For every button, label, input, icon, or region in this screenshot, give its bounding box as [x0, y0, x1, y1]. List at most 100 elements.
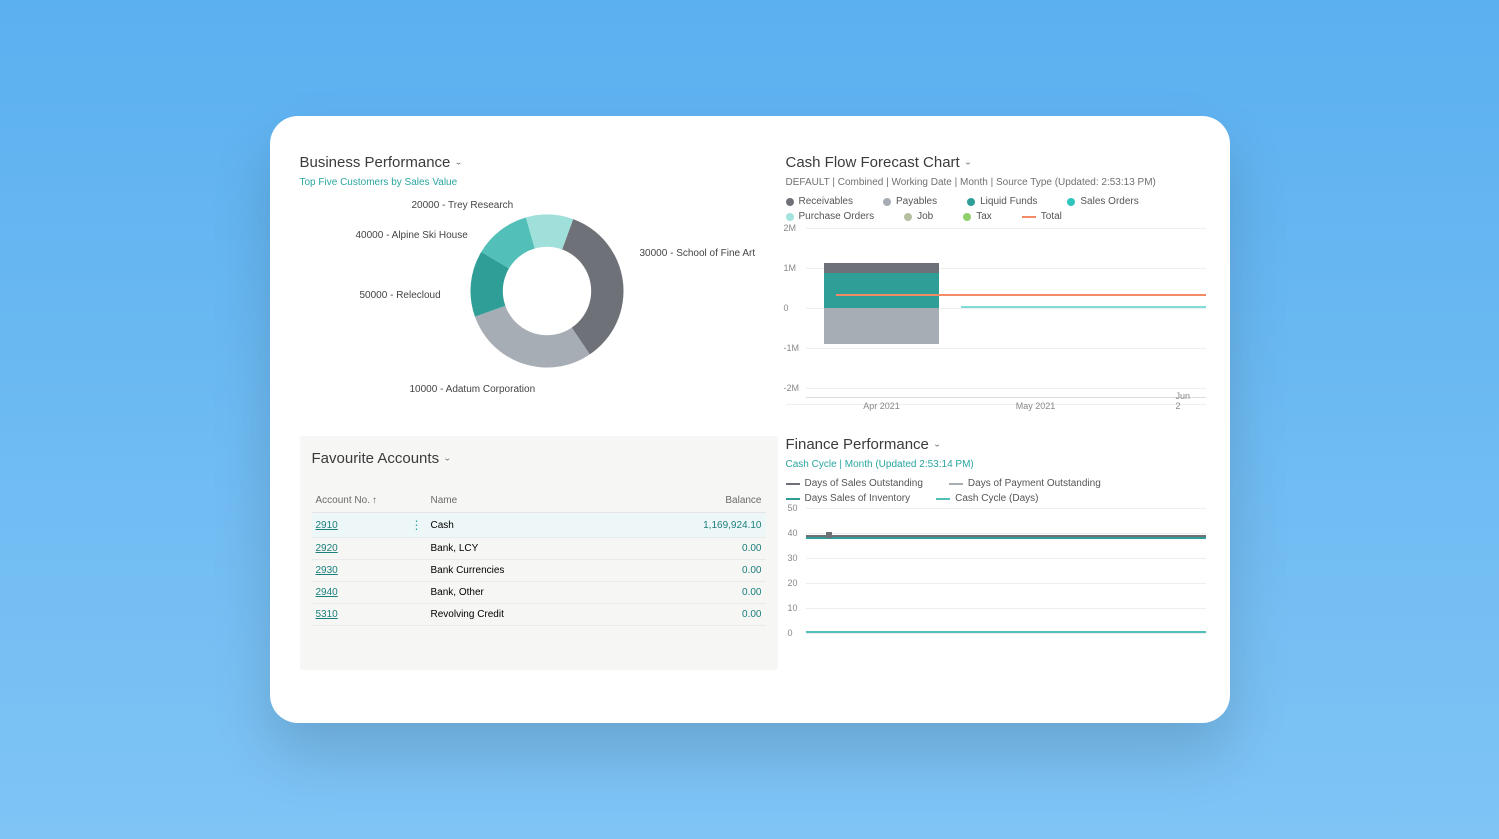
donut-slice-label: 50000 - Relecloud — [360, 290, 441, 301]
table-row[interactable]: 5310Revolving Credit0.00 — [312, 604, 766, 626]
legend-label: Days of Payment Outstanding — [968, 478, 1101, 489]
account-balance: 0.00 — [672, 543, 762, 554]
legend-item[interactable]: Total — [1022, 211, 1062, 222]
account-name: Bank Currencies — [431, 565, 672, 576]
legend-dot-icon — [786, 198, 794, 206]
panel-title-label: Business Performance — [300, 154, 451, 171]
cash-flow-chart: 2M1M0-1M-2MApr 2021May 2021Jun 2 — [806, 228, 1206, 398]
col-header-label: Account No. — [316, 495, 370, 506]
panel-title-label: Favourite Accounts — [312, 450, 440, 467]
finance-performance-title[interactable]: Finance Performance ⌄ — [786, 436, 1206, 453]
gridline — [806, 583, 1206, 584]
legend-item[interactable]: Payables — [883, 196, 937, 207]
legend-item[interactable]: Sales Orders — [1067, 196, 1138, 207]
legend-dot-icon — [963, 213, 971, 221]
legend-label: Sales Orders — [1080, 196, 1138, 207]
finance-performance-subtitle: Cash Cycle | Month (Updated 2:53:14 PM) — [786, 459, 1206, 470]
table-row[interactable]: 2920 Bank, LCY0.00 — [312, 538, 766, 560]
account-name: Revolving Credit — [431, 609, 672, 620]
y-axis-tick: 10 — [788, 603, 798, 613]
chevron-down-icon: ⌄ — [933, 440, 941, 449]
donut-chart: 30000 - School of Fine Art 10000 - Adatum… — [300, 192, 778, 407]
legend-label: Total — [1041, 211, 1062, 222]
panel-title-label: Finance Performance — [786, 436, 929, 453]
data-point — [826, 532, 832, 538]
line-sales-orders[interactable] — [961, 306, 1206, 308]
business-performance-panel: Business Performance ⌄ Top Five Customer… — [300, 154, 778, 422]
finance-performance-panel: Finance Performance ⌄ Cash Cycle | Month… — [786, 436, 1206, 670]
favourite-accounts-title[interactable]: Favourite Accounts ⌄ — [312, 450, 766, 467]
account-balance: 0.00 — [672, 565, 762, 576]
account-balance: 1,169,924.10 — [672, 520, 762, 531]
dashboard-window: Business Performance ⌄ Top Five Customer… — [270, 116, 1230, 723]
gridline — [806, 228, 1206, 229]
legend-item[interactable]: Tax — [963, 211, 992, 222]
donut-slice-label: 10000 - Adatum Corporation — [410, 384, 536, 395]
donut-slice-label: 40000 - Alpine Ski House — [356, 230, 468, 241]
gridline — [806, 633, 1206, 634]
row-menu-icon[interactable]: ⋮ — [403, 518, 431, 532]
table-row[interactable]: 2930 Bank Currencies0.00 — [312, 560, 766, 582]
finance-performance-legend: Days of Sales Outstanding Days of Payment… — [786, 478, 1206, 504]
col-header-name[interactable]: Name — [431, 495, 672, 506]
y-axis-tick: 30 — [788, 553, 798, 563]
x-axis-tick: Apr 2021 — [863, 401, 900, 411]
legend-label: Payables — [896, 196, 937, 207]
gridline — [806, 558, 1206, 559]
account-name: Cash — [431, 520, 672, 531]
legend-dot-icon — [1067, 198, 1075, 206]
table-row[interactable]: 2940Bank, Other0.00 — [312, 582, 766, 604]
account-link[interactable]: 5310 — [316, 609, 338, 620]
bar-receivables[interactable] — [824, 263, 939, 273]
gridline — [806, 533, 1206, 534]
cash-flow-panel: Cash Flow Forecast Chart ⌄ DEFAULT | Com… — [786, 154, 1206, 422]
legend-item[interactable]: Receivables — [786, 196, 853, 207]
line-cash-cycle[interactable] — [806, 631, 1206, 633]
account-name: Bank, LCY — [431, 543, 672, 554]
y-axis-tick: 1M — [784, 263, 797, 273]
bar-payables[interactable] — [824, 308, 939, 344]
line-total[interactable] — [836, 294, 1206, 296]
legend-label: Purchase Orders — [799, 211, 875, 222]
y-axis-tick: 20 — [788, 578, 798, 588]
fav-table-header: Account No. ↑ Name Balance — [312, 489, 766, 513]
business-performance-title[interactable]: Business Performance ⌄ — [300, 154, 778, 171]
donut-slice-label: 30000 - School of Fine Art — [640, 248, 756, 259]
x-axis-tick: May 2021 — [1016, 401, 1056, 411]
legend-item[interactable]: Job — [904, 211, 933, 222]
donut-svg — [462, 206, 632, 376]
account-link[interactable]: 2920 — [316, 543, 338, 554]
line-days-sales-inventory[interactable] — [806, 537, 1206, 539]
legend-item[interactable]: Days of Payment Outstanding — [949, 478, 1101, 489]
legend-label: Receivables — [799, 196, 853, 207]
col-header-balance[interactable]: Balance — [672, 495, 762, 506]
cash-flow-legend: Receivables Payables Liquid Funds Sales Ord… — [786, 196, 1206, 222]
cash-flow-title[interactable]: Cash Flow Forecast Chart ⌄ — [786, 154, 1206, 171]
account-link[interactable]: 2940 — [316, 587, 338, 598]
legend-item[interactable]: Days Sales of Inventory — [786, 493, 911, 504]
panel-title-label: Cash Flow Forecast Chart — [786, 154, 960, 171]
legend-item[interactable]: Liquid Funds — [967, 196, 1037, 207]
legend-label: Days of Sales Outstanding — [805, 478, 923, 489]
account-link[interactable]: 2910 — [316, 520, 338, 531]
finance-performance-chart: 50403020100 — [806, 508, 1206, 638]
legend-item[interactable]: Days of Sales Outstanding — [786, 478, 923, 489]
legend-dot-icon — [967, 198, 975, 206]
table-row[interactable]: 2910 ⋮Cash1,169,924.10 — [312, 513, 766, 538]
legend-item[interactable]: Cash Cycle (Days) — [936, 493, 1038, 504]
legend-item[interactable]: Purchase Orders — [786, 211, 875, 222]
x-axis-tick: Jun 2 — [1176, 391, 1196, 411]
divider — [786, 404, 1206, 405]
favourite-accounts-table: Account No. ↑ Name Balance 2910 ⋮Cash1,16… — [312, 489, 766, 626]
legend-line-icon — [1022, 216, 1036, 218]
legend-line-icon — [936, 498, 950, 500]
legend-dot-icon — [786, 213, 794, 221]
legend-label: Days Sales of Inventory — [805, 493, 911, 504]
favourite-accounts-panel: Favourite Accounts ⌄ Account No. ↑ Name … — [300, 436, 778, 670]
sort-up-icon: ↑ — [372, 495, 377, 506]
y-axis-tick: 50 — [788, 503, 798, 513]
col-header-account[interactable]: Account No. ↑ — [316, 495, 431, 506]
account-link[interactable]: 2930 — [316, 565, 338, 576]
account-name: Bank, Other — [431, 587, 672, 598]
cash-flow-subtitle: DEFAULT | Combined | Working Date | Mont… — [786, 177, 1206, 188]
